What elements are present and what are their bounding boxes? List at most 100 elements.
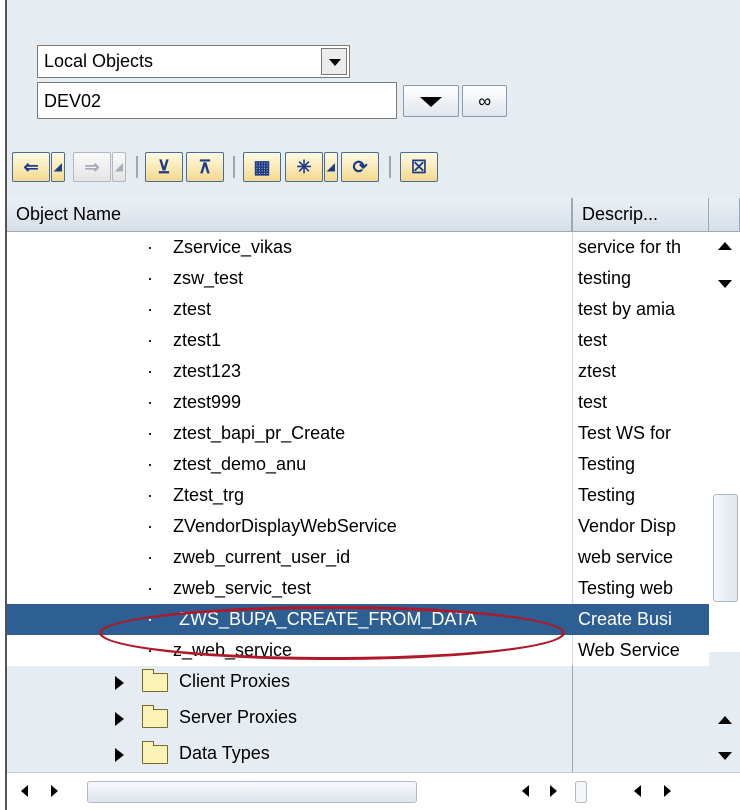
hierarchy-icon: ▦ [253, 156, 271, 177]
cell-divider [572, 418, 573, 449]
table-row-selected[interactable]: · ZWS_BUPA_CREATE_FROM_DATA Create Busi [7, 604, 740, 635]
object-description: Testing web [578, 578, 674, 598]
expand-arrow-icon[interactable] [115, 748, 124, 762]
bullet: · [147, 485, 153, 505]
scroll-thumb[interactable] [575, 781, 587, 803]
bullet: · [147, 516, 153, 536]
scroll-left-icon[interactable] [21, 785, 28, 797]
scroll-right-icon[interactable] [51, 785, 58, 797]
object-description: Vendor Disp [578, 516, 677, 536]
star-icon: ✳ [296, 156, 312, 177]
table-row[interactable]: · ztest_demo_anu Testing [7, 449, 740, 480]
table-row[interactable]: · Zservice_vikas service for th [7, 232, 740, 263]
star-menu-button[interactable]: ◢ [324, 152, 338, 182]
table-row[interactable]: · z_web_service Web Service [7, 635, 740, 666]
bullet: · [147, 640, 153, 660]
object-list-selector-value: Local Objects [44, 51, 154, 71]
folder-icon [142, 705, 168, 728]
tree-folder-server-proxies[interactable]: Server Proxies [7, 702, 572, 736]
table-row[interactable]: · ztest test by amia [7, 294, 740, 325]
object-description: test by amia [578, 299, 676, 319]
package-input[interactable]: DEV02 [37, 82, 397, 119]
chevron-down-icon[interactable] [321, 48, 347, 75]
toolbar-separator [136, 156, 138, 178]
refresh-button[interactable]: ⟳ [341, 152, 379, 182]
vertical-scrollbar-lower[interactable] [709, 652, 740, 772]
table-row[interactable]: · ZVendorDisplayWebService Vendor Disp [7, 511, 740, 542]
bullet: · [147, 361, 153, 381]
folder-description-area [572, 666, 709, 772]
object-list-selector[interactable]: Local Objects [37, 45, 350, 78]
bullet: · [147, 423, 153, 443]
bullet: · [147, 299, 153, 319]
table-row[interactable]: · ztest_bapi_pr_Create Test WS for [7, 418, 740, 449]
horizontal-scrollbar[interactable] [7, 772, 740, 810]
object-description: Testing [578, 485, 636, 505]
left-border [0, 0, 7, 810]
object-name: ZVendorDisplayWebService [173, 516, 397, 536]
scroll-right-icon[interactable] [550, 785, 557, 797]
object-description: testing [578, 268, 632, 288]
object-name: ztest1 [173, 330, 222, 350]
bullet: · [147, 609, 153, 629]
scroll-left-icon[interactable] [634, 785, 641, 797]
table-row[interactable]: · ztest1 test [7, 325, 740, 356]
folder-label: Client Proxies [179, 671, 291, 691]
tree-folder-client-proxies[interactable]: Client Proxies [7, 666, 572, 700]
object-name: Ztest_trg [173, 485, 245, 505]
cell-divider [572, 511, 573, 542]
back-button[interactable]: ⇐ [12, 152, 50, 182]
table-row[interactable]: · Ztest_trg Testing [7, 480, 740, 511]
scroll-right-icon[interactable] [664, 785, 671, 797]
collapse-icon: ⊼ [198, 156, 212, 177]
scroll-thumb[interactable] [87, 781, 417, 803]
cell-divider [572, 449, 573, 480]
cell-divider [572, 356, 573, 387]
hierarchy-button[interactable]: ▦ [243, 152, 281, 182]
object-description: test [578, 330, 608, 350]
bullet: · [147, 237, 153, 257]
object-name: ztest [173, 299, 212, 319]
column-header-spacer [709, 198, 740, 232]
object-description: Web Service [578, 640, 680, 660]
tree-folder-data-types[interactable]: Data Types [7, 738, 572, 772]
bullet: · [147, 578, 153, 598]
refresh-icon: ⟳ [352, 156, 368, 177]
scroll-left-icon[interactable] [522, 785, 529, 797]
close-button[interactable]: ☒ [400, 152, 438, 182]
table-row[interactable]: · ztest999 test [7, 387, 740, 418]
column-header-object-name[interactable]: Object Name [7, 198, 572, 232]
scroll-up-icon[interactable] [718, 242, 732, 250]
dropdown-button[interactable] [403, 85, 459, 117]
column-header-description[interactable]: Descrip... [572, 198, 709, 232]
cell-divider [572, 542, 573, 573]
scroll-down-icon[interactable] [718, 280, 732, 288]
back-menu-button[interactable]: ◢ [51, 152, 65, 182]
arrow-left-icon: ⇐ [23, 156, 39, 177]
bullet: · [147, 330, 153, 350]
table-row[interactable]: · zsw_test testing [7, 263, 740, 294]
table-row[interactable]: · zweb_current_user_id web service [7, 542, 740, 573]
arrow-right-icon: ⇒ [84, 156, 100, 177]
table-row[interactable]: · ztest123 ztest [7, 356, 740, 387]
glasses-icon: ∞ [478, 91, 491, 111]
expand-arrow-icon[interactable] [115, 676, 124, 690]
star-button[interactable]: ✳ [285, 152, 323, 182]
cell-divider [572, 387, 573, 418]
cell-divider [572, 573, 573, 604]
forward-button[interactable]: ⇒ [73, 152, 111, 182]
expand-button[interactable]: ⊻ [145, 152, 183, 182]
scroll-up-icon[interactable] [718, 716, 732, 724]
table-row[interactable]: · zweb_servic_test Testing web [7, 573, 740, 604]
scroll-thumb[interactable] [713, 494, 738, 602]
forward-menu-button[interactable]: ◢ [112, 152, 126, 182]
bullet: · [147, 454, 153, 474]
expand-arrow-icon[interactable] [115, 712, 124, 726]
cell-divider [572, 232, 573, 263]
display-glasses-button[interactable]: ∞ [462, 85, 507, 117]
scroll-down-icon[interactable] [718, 752, 732, 760]
collapse-button[interactable]: ⊼ [186, 152, 224, 182]
vertical-scrollbar[interactable] [709, 232, 740, 652]
bullet: · [147, 392, 153, 412]
object-description: Test WS for [578, 423, 672, 443]
